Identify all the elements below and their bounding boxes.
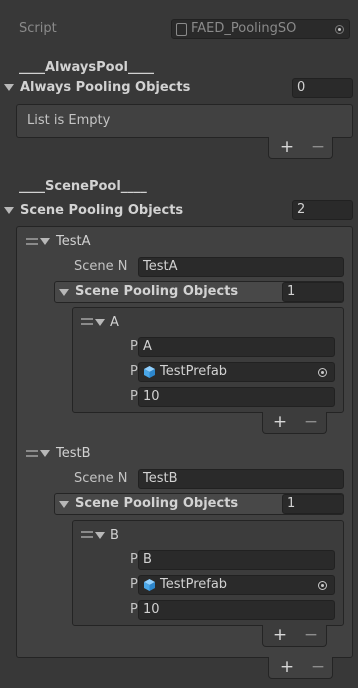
object-name-b[interactable]: B	[110, 527, 119, 545]
foldout-arrow-icon[interactable]	[95, 532, 105, 539]
objects-footer-testa: + −	[262, 412, 327, 434]
property-label: P	[130, 552, 138, 567]
remove-button[interactable]: −	[302, 413, 320, 431]
objects-count-field[interactable]: 1	[282, 282, 344, 302]
drag-handle-icon[interactable]	[81, 318, 93, 325]
remove-button[interactable]: −	[309, 658, 327, 676]
object-picker-icon[interactable]	[318, 368, 327, 377]
always-pool-count-field[interactable]: 0	[292, 78, 353, 98]
objects-footer-testb: + −	[262, 625, 327, 647]
scene-name-label: Scene N	[74, 259, 128, 274]
prefab-cube-icon	[144, 579, 155, 591]
add-button[interactable]: +	[278, 138, 296, 156]
always-pool-list-box: List is Empty	[16, 104, 353, 138]
object-name-a[interactable]: A	[110, 314, 119, 332]
empty-list-text: List is Empty	[27, 113, 111, 128]
scene-pool-footer: + −	[268, 657, 333, 679]
scene-pool-header: ____ScenePool____	[19, 179, 147, 194]
script-value: FAED_PoolingSO	[191, 21, 297, 36]
scene-pool-count-field[interactable]: 2	[292, 200, 353, 220]
remove-button[interactable]: −	[309, 138, 327, 156]
foldout-arrow-icon[interactable]	[40, 238, 50, 245]
objects-count-field[interactable]: 1	[282, 494, 344, 514]
element-name-testa[interactable]: TestA	[56, 233, 91, 251]
script-field[interactable]: FAED_PoolingSO	[171, 19, 350, 39]
property-field[interactable]: 10	[138, 387, 335, 407]
scene-name-field[interactable]: TestB	[138, 469, 344, 489]
element-name-testb[interactable]: TestB	[56, 445, 91, 463]
drag-handle-icon[interactable]	[81, 531, 93, 538]
add-button[interactable]: +	[278, 658, 296, 676]
drag-handle-icon[interactable]	[26, 238, 38, 245]
property-label: P	[130, 339, 138, 354]
prefab-field[interactable]: TestPrefab	[138, 362, 335, 382]
prefab-value: TestPrefab	[160, 577, 228, 592]
property-field[interactable]: A	[138, 337, 335, 357]
foldout-arrow-icon[interactable]	[59, 289, 69, 296]
scene-pool-list-label[interactable]: Scene Pooling Objects	[20, 202, 183, 220]
prefab-field[interactable]: TestPrefab	[138, 575, 335, 595]
property-field[interactable]: 10	[138, 600, 335, 620]
property-field[interactable]: B	[138, 550, 335, 570]
always-pool-header: ____AlwaysPool____	[19, 60, 154, 75]
property-label: P	[130, 364, 138, 379]
foldout-arrow-icon[interactable]	[40, 450, 50, 457]
object-picker-icon[interactable]	[318, 581, 327, 590]
add-button[interactable]: +	[271, 626, 289, 644]
scene-name-field[interactable]: TestA	[138, 257, 344, 277]
foldout-arrow-icon[interactable]	[95, 319, 105, 326]
property-label: P	[130, 389, 138, 404]
foldout-arrow-icon[interactable]	[4, 207, 14, 214]
foldout-arrow-icon[interactable]	[59, 501, 69, 508]
scene-name-label: Scene N	[74, 471, 128, 486]
scene-pooling-objects-label[interactable]: Scene Pooling Objects	[75, 283, 238, 301]
script-label: Script	[19, 21, 57, 36]
remove-button[interactable]: −	[302, 626, 320, 644]
scene-pooling-objects-label[interactable]: Scene Pooling Objects	[75, 495, 238, 513]
always-pool-list-label[interactable]: Always Pooling Objects	[20, 79, 190, 97]
prefab-value: TestPrefab	[160, 364, 228, 379]
property-label: P	[130, 602, 138, 617]
drag-handle-icon[interactable]	[26, 450, 38, 457]
object-picker-icon[interactable]	[335, 25, 344, 34]
prefab-cube-icon	[144, 366, 155, 378]
add-button[interactable]: +	[271, 413, 289, 431]
foldout-arrow-icon[interactable]	[4, 84, 14, 91]
script-icon	[176, 23, 187, 36]
property-label: P	[130, 577, 138, 592]
always-pool-footer: + −	[268, 137, 333, 159]
